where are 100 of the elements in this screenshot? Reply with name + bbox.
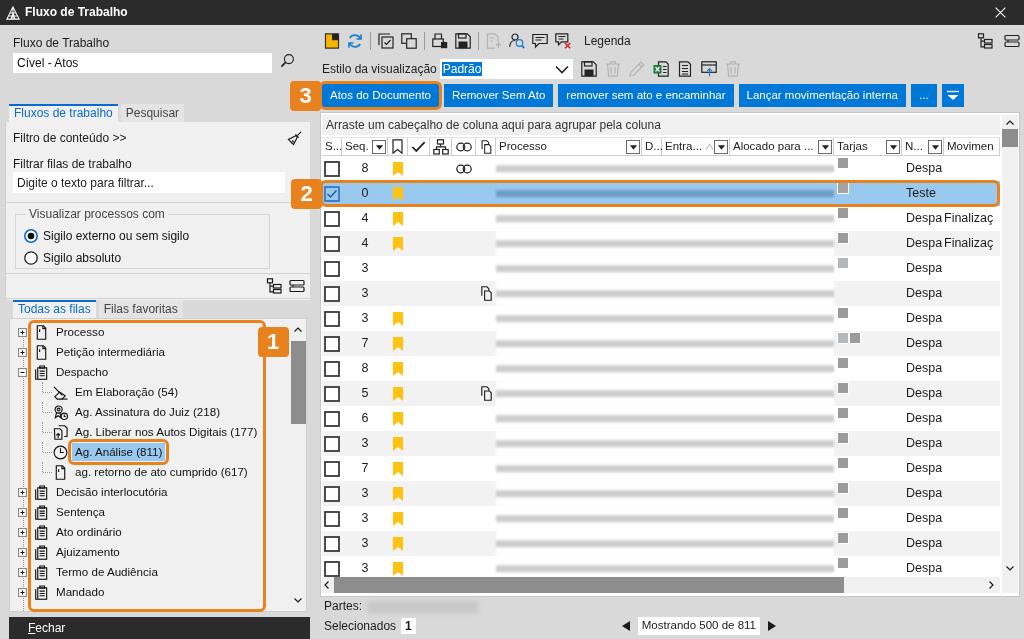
radio-option[interactable]: Sigilo absoluto	[24, 247, 269, 269]
scrollbar-thumb[interactable]	[290, 341, 306, 424]
tree-item[interactable]: Ag. Liberar nos Autos Digitais (177)	[72, 423, 261, 441]
expand-icon[interactable]	[18, 487, 27, 497]
refresh-icon[interactable]	[347, 33, 363, 49]
stacked-panels-icon[interactable]	[289, 278, 305, 294]
legend-button[interactable]: Legenda	[584, 33, 631, 49]
chevron-right-icon[interactable]	[986, 580, 996, 590]
printer-icon[interactable]	[432, 33, 448, 49]
expand-icon[interactable]	[18, 507, 27, 517]
view-style-select[interactable]: Padrão	[439, 59, 573, 79]
expand-icon[interactable]	[18, 327, 27, 337]
tree-item[interactable]: Ag. Análise (811)	[72, 443, 166, 461]
close-button[interactable]: Fechar	[9, 617, 66, 639]
document-bookmark-icon[interactable]	[324, 33, 340, 49]
chevron-down-icon[interactable]	[554, 63, 569, 75]
next-page-icon[interactable]	[767, 621, 777, 631]
checkbox[interactable]	[324, 435, 340, 452]
content-filter-toggle[interactable]: Filtro de conteúdo >>	[13, 130, 127, 146]
table-row[interactable]: 3 Despa	[322, 481, 1000, 506]
tree-view-icon[interactable]	[266, 278, 282, 294]
expand-icon[interactable]	[18, 347, 27, 357]
tree-item[interactable]: Termo de Audiência	[53, 563, 161, 581]
broom-icon[interactable]	[287, 130, 302, 146]
tree-view-icon[interactable]	[977, 33, 993, 49]
table-row[interactable]: 3 Despa	[322, 281, 1000, 306]
table-row[interactable]: 7 Despa	[322, 331, 1000, 356]
checkbox[interactable]	[324, 285, 340, 302]
column-header[interactable]: Entra...	[662, 138, 730, 155]
tree-item[interactable]: Despacho	[53, 363, 112, 381]
checkbox[interactable]	[324, 260, 340, 277]
comment-delete-icon[interactable]	[555, 33, 571, 49]
column-header[interactable]: N...	[902, 138, 944, 155]
close-icon[interactable]	[994, 6, 1007, 19]
tab[interactable]: Fluxos de trabalho	[9, 104, 118, 122]
expand-icon[interactable]	[18, 567, 27, 577]
radio-icon[interactable]	[24, 251, 38, 265]
collapse-icon[interactable]	[18, 367, 27, 377]
tree-item[interactable]: Sentença	[53, 503, 108, 521]
tree-item[interactable]: Processo	[53, 323, 108, 341]
save-icon[interactable]	[455, 33, 471, 49]
document-lines-icon[interactable]	[676, 61, 693, 77]
table-row[interactable]: 3 Despa	[322, 431, 1000, 456]
expand-icon[interactable]	[18, 587, 27, 597]
overlapping-squares-icon[interactable]	[401, 33, 417, 49]
table-row[interactable]: 4 Despa Finalizaç	[322, 231, 1000, 256]
spreadsheet-icon[interactable]	[652, 61, 669, 77]
checkbox[interactable]	[324, 310, 340, 327]
chevron-down-icon[interactable]	[293, 595, 303, 605]
save-icon[interactable]	[580, 61, 597, 77]
checkbox[interactable]	[324, 560, 340, 577]
workflow-field[interactable]: Cível - Atos	[13, 53, 272, 73]
checkbox[interactable]	[324, 385, 340, 402]
menu-button[interactable]	[941, 84, 964, 107]
column-filter-button[interactable]	[626, 139, 640, 154]
tree-item[interactable]: Decisão interlocutória	[53, 483, 171, 501]
tab[interactable]: Filas favoritas	[98, 300, 183, 318]
column-header[interactable]: Processo	[496, 138, 642, 155]
action-button[interactable]: remover sem ato e encaminhar	[558, 84, 734, 107]
scrollbar-thumb[interactable]	[1002, 129, 1018, 147]
tree-item[interactable]: Petição intermediária	[53, 343, 168, 361]
checkbox[interactable]	[324, 485, 340, 502]
column-filter-button[interactable]	[818, 139, 832, 154]
tab[interactable]: Pesquisar	[120, 104, 185, 122]
column-header[interactable]: D...	[642, 138, 662, 155]
column-header[interactable]: Seq.	[342, 138, 388, 155]
tree-item[interactable]: Ag. Assinatura do Juiz (218)	[72, 403, 223, 421]
search-icon[interactable]	[280, 53, 295, 68]
chevron-left-icon[interactable]	[322, 580, 332, 590]
filter-field[interactable]: Digite o texto para filtrar...	[13, 172, 285, 193]
window-upload-icon[interactable]	[700, 61, 717, 77]
action-button[interactable]: Remover Sem Ato	[444, 84, 554, 107]
tab[interactable]: Todas as filas	[13, 300, 96, 318]
radio-icon[interactable]	[24, 229, 38, 243]
checkbox[interactable]	[324, 410, 340, 427]
checked-window-icon[interactable]	[378, 33, 394, 49]
checkbox[interactable]	[324, 535, 340, 552]
action-button[interactable]: ...	[911, 84, 937, 107]
column-header[interactable]: Tarjas	[834, 138, 902, 155]
table-row[interactable]: 3 Despa	[322, 531, 1000, 556]
tree-item[interactable]: Ato ordinário	[53, 523, 125, 541]
tree-item[interactable]: Em Elaboração (54)	[72, 383, 182, 401]
tree-item[interactable]: Ajuizamento	[53, 543, 123, 561]
stacked-panels-icon[interactable]	[1004, 33, 1020, 49]
chevron-down-icon[interactable]	[1005, 563, 1015, 573]
checkbox[interactable]	[324, 160, 340, 177]
column-filter-button[interactable]	[714, 139, 729, 154]
tree-item[interactable]: ag. retorno de ato cumprido (617)	[72, 463, 251, 481]
column-header[interactable]: Alocado para ...	[730, 138, 834, 155]
column-filter-button[interactable]	[928, 139, 942, 154]
column-header[interactable]: S...	[322, 138, 342, 155]
user-search-icon[interactable]	[509, 33, 525, 49]
checkbox[interactable]	[324, 235, 340, 252]
checkbox[interactable]	[324, 335, 340, 352]
radio-option[interactable]: Sigilo externo ou sem sigilo	[24, 225, 269, 247]
checkbox[interactable]	[324, 185, 340, 202]
column-header[interactable]	[430, 138, 452, 155]
table-row[interactable]: 5 Despa	[322, 381, 1000, 406]
previous-page-icon[interactable]	[620, 621, 631, 631]
action-button[interactable]: Lançar movimentação interna	[738, 84, 906, 107]
